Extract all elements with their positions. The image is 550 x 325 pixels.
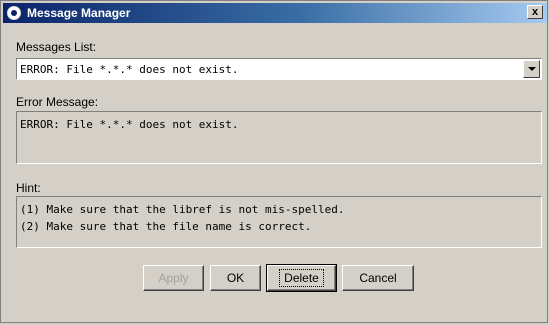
cancel-button[interactable]: Cancel [342,265,414,291]
title-bar[interactable]: Message Manager x [3,3,547,23]
message-manager-window: Message Manager x Messages List: ERROR: … [0,0,548,323]
apply-button[interactable]: Apply [143,265,204,291]
app-icon [7,6,21,20]
error-message-field[interactable]: ERROR: File *.*.* does not exist. [16,111,542,164]
hint-label: Hint: [16,181,41,195]
hint-field[interactable]: (1) Make sure that the libref is not mis… [16,196,542,248]
delete-button[interactable]: Delete [266,264,337,292]
window-title: Message Manager [27,6,131,20]
close-button[interactable]: x [527,5,543,19]
hint-line: (2) Make sure that the file name is corr… [20,220,312,233]
dropdown-arrow-icon[interactable] [523,60,540,78]
hint-line: (1) Make sure that the libref is not mis… [20,203,345,216]
error-message-label: Error Message: [16,95,99,109]
messages-list-label: Messages List: [16,40,97,54]
messages-list-selected-value: ERROR: File *.*.* does not exist. [20,63,239,76]
delete-button-label: Delete [279,269,324,287]
error-message-text: ERROR: File *.*.* does not exist. [20,118,239,131]
messages-list-dropdown[interactable]: ERROR: File *.*.* does not exist. [16,58,542,80]
ok-button[interactable]: OK [210,265,261,291]
